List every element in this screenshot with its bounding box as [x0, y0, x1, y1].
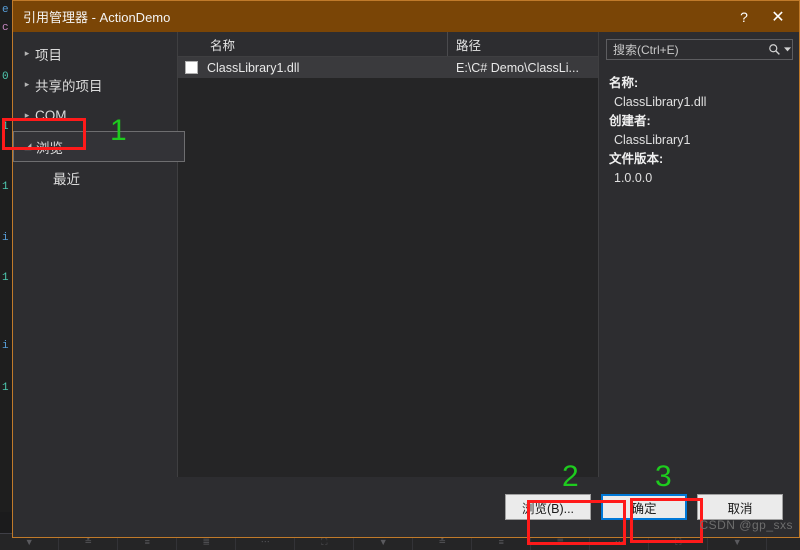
watermark: CSDN @gp_sxs: [699, 518, 793, 532]
toolbar-glyph-icon: ≡: [144, 537, 150, 547]
code-gutter-line: e: [2, 4, 9, 16]
toolbar-glyph-icon: ≛: [84, 536, 92, 547]
dialog-title-text: 引用管理器 - ActionDemo: [23, 10, 171, 25]
details-panel: 名称: ClassLibrary1.dll 创建者: ClassLibrary1 文件版…: [599, 32, 799, 477]
toolbar-glyph-icon: ⋯: [260, 536, 270, 547]
row-name-cell: ClassLibrary1.dll: [178, 61, 448, 75]
sidebar-item-label: COM: [35, 108, 67, 123]
sidebar-item-0[interactable]: ▸ 项目: [13, 38, 177, 69]
list-rows: ClassLibrary1.dll E:\C# Demo\ClassLi...: [178, 57, 598, 477]
code-gutter-line: i: [2, 232, 9, 244]
search-icon[interactable]: [768, 43, 781, 56]
column-header-name[interactable]: 名称: [178, 32, 448, 56]
sidebar-item-3[interactable]: ◢ 浏览: [13, 131, 185, 162]
column-header-path[interactable]: 路径: [448, 32, 598, 56]
table-row[interactable]: ClassLibrary1.dll E:\C# Demo\ClassLi...: [178, 57, 598, 78]
row-checkbox[interactable]: [185, 61, 198, 74]
toolbar-glyph-icon: ⛶: [321, 536, 327, 547]
close-icon[interactable]: ✕: [761, 3, 795, 30]
detail-value: 1.0.0.0: [614, 171, 653, 185]
code-gutter-line: 1: [2, 181, 9, 193]
toolbar-glyph-icon: ≣: [202, 536, 210, 547]
code-gutter-line: 0: [2, 71, 9, 83]
browse-button[interactable]: 浏览(B)...: [505, 494, 591, 520]
toolbar-glyph-icon: ▼: [378, 537, 388, 547]
code-gutter-line: i: [2, 340, 9, 352]
sidebar-item-1[interactable]: ▸ 共享的项目: [13, 69, 177, 100]
chevron-right-icon[interactable]: ▸: [19, 79, 35, 90]
sidebar-item-4[interactable]: 最近: [13, 162, 177, 193]
code-gutter-line: 1: [2, 382, 9, 394]
code-gutter-line: 1: [2, 121, 9, 133]
search-input[interactable]: [613, 42, 768, 57]
toolbar-glyph-icon: ≡: [498, 537, 504, 547]
detail-label: 创建者:: [609, 114, 651, 128]
toolbar-glyph-icon: ⛶: [675, 536, 681, 547]
dialog-title-bar: 引用管理器 - ActionDemo ? ✕: [13, 1, 799, 32]
sidebar-item-label: 最近: [53, 171, 80, 187]
code-gutter-line: 1: [2, 272, 9, 284]
toolbar-glyph-icon: ⋯: [614, 536, 624, 547]
category-sidebar: ▸ 项目 ▸ 共享的项目 ▸ COM ◢ 浏览 最近: [13, 32, 185, 477]
search-icon-group[interactable]: [768, 43, 791, 56]
chevron-right-icon[interactable]: ▸: [19, 110, 35, 121]
chevron-down-icon[interactable]: [784, 47, 791, 52]
chevron-right-icon[interactable]: ▸: [19, 48, 35, 59]
toolbar-glyph-icon: ▼: [24, 537, 34, 547]
dialog-body: ▸ 项目 ▸ 共享的项目 ▸ COM ◢ 浏览 最近 名称 路径 ClassLibrary1.d…: [13, 32, 799, 477]
dialog-footer: 浏览(B)... 确定 取消 CSDN @gp_sxs: [13, 477, 799, 537]
assembly-list-panel: 名称 路径 ClassLibrary1.dll E:\C# Demo\ClassL…: [177, 32, 599, 477]
detail-label: 名称:: [609, 76, 639, 90]
detail-value: ClassLibrary1: [614, 133, 691, 147]
reference-manager-dialog: 引用管理器 - ActionDemo ? ✕ ▸ 项目 ▸ 共享的项目 ▸ COM ◢ 浏览最…: [12, 0, 800, 538]
sidebar-item-label: 项目: [35, 47, 62, 63]
chevron-down-icon[interactable]: ◢: [20, 141, 36, 152]
sidebar-item-2[interactable]: ▸ COM: [13, 100, 177, 131]
help-button[interactable]: ?: [727, 3, 761, 30]
cancel-button[interactable]: 取消: [697, 494, 783, 520]
row-name-text: ClassLibrary1.dll: [207, 60, 300, 75]
search-box[interactable]: [606, 39, 793, 60]
list-header: 名称 路径: [178, 32, 598, 57]
detail-value: ClassLibrary1.dll: [614, 95, 707, 109]
sidebar-item-label: 浏览: [36, 140, 63, 156]
row-path-cell: E:\C# Demo\ClassLi...: [456, 60, 579, 75]
details-content: 名称: ClassLibrary1.dll 创建者: ClassLibrary1 文件版…: [599, 66, 799, 188]
toolbar-glyph-icon: ≛: [438, 536, 446, 547]
sidebar-item-label: 共享的项目: [35, 78, 103, 94]
code-gutter-line: c: [2, 22, 9, 34]
toolbar-glyph-icon: ≣: [556, 536, 564, 547]
search-row: [599, 32, 799, 66]
ok-button[interactable]: 确定: [601, 494, 687, 520]
toolbar-glyph-icon: ▼: [732, 537, 742, 547]
detail-label: 文件版本:: [609, 152, 664, 166]
